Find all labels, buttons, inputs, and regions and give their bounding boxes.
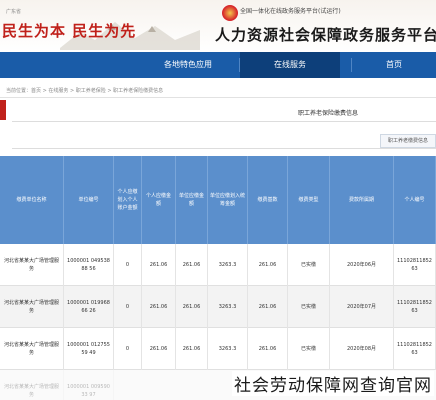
nav-divider (239, 58, 240, 72)
tab-contribution-info[interactable]: 职工养老缴费信息 (380, 134, 436, 148)
cell-base: 261.06 (248, 244, 288, 286)
nav-divider (351, 58, 352, 72)
section-title: 职工养老保险缴费信息 (297, 110, 358, 117)
national-emblem-icon (222, 5, 238, 21)
cell-unit-no: 1000001 04953888 56 (64, 244, 114, 286)
column-header: 单位编号 (64, 156, 114, 244)
column-header: 缴费基数 (248, 156, 288, 244)
cell-personal-account: 0 (114, 244, 142, 286)
table-header: 个人编号 费款所属期 缴费类型 缴费基数 单位应缴划入统筹金额 单位应缴金额 个… (0, 156, 436, 244)
cell-type: 已实缴 (288, 244, 330, 286)
column-header: 缴费单位名称 (0, 156, 64, 244)
cell-personal-no: 11102811852 63 (394, 328, 436, 370)
cell-type: 已实缴 (288, 286, 330, 328)
cell-unit-name: 河北省某某大广场管理服务 (0, 370, 64, 400)
cell-personal-pay: 261.06 (142, 286, 176, 328)
cell-unit-no: 1000001 01996866 26 (64, 286, 114, 328)
cell-period: 2020年07月 (330, 286, 394, 328)
contribution-table: 个人编号 费款所属期 缴费类型 缴费基数 单位应缴划入统筹金额 单位应缴金额 个… (0, 156, 436, 400)
cell-base: 261.06 (248, 328, 288, 370)
cell-personal-pay: 261.06 (142, 244, 176, 286)
cell-period: 2020年08月 (330, 328, 394, 370)
column-header: 单位应缴划入统筹金额 (208, 156, 248, 244)
slogan-logo: 民生为本 民生为先 (2, 22, 137, 40)
cell-unit-name: 河北省某某大广场管理服务 (0, 286, 64, 328)
cell-unit-no: 1000001 00959033 97 (64, 370, 114, 400)
site-title: 人力资源社会保障政务服务平台 (215, 26, 436, 44)
cell-unit-name: 河北省某某大广场管理服务 (0, 244, 64, 286)
cell-unit-pay: 261.06 (176, 244, 208, 286)
cell-unit-pay: 261.06 (176, 328, 208, 370)
cell-unit-pay: 261.06 (176, 286, 208, 328)
main-nav: 首页 在线服务 各地特色应用 (0, 52, 436, 78)
section-marker (0, 100, 6, 120)
column-header: 个人应缴金额 (142, 156, 176, 244)
cell-personal-no: 11102811852 63 (394, 244, 436, 286)
cell-unit-pool: 3263.3 (208, 328, 248, 370)
column-header: 费款所属期 (330, 156, 394, 244)
breadcrumb: 当前位置：首页 > 在线服务 > 职工养老保险 > 职工养老保险缴费信息 (0, 84, 436, 98)
site-header: 广东省 民生为本 民生为先 全国一体化在线政务服务平台(试运行) 人力资源社会保… (0, 0, 436, 52)
table-row[interactable]: 11102811852 63 2020年07月 已实缴 261.06 3263.… (0, 286, 436, 328)
table-row[interactable]: 11102811852 63 2020年06月 已实缴 261.06 3263.… (0, 244, 436, 286)
cell-type: 已实缴 (288, 328, 330, 370)
column-header: 单位应缴金额 (176, 156, 208, 244)
nav-item-home[interactable]: 首页 (352, 52, 436, 78)
cell-unit-pool: 3263.3 (208, 286, 248, 328)
cell-unit-pool: 3263.3 (208, 244, 248, 286)
cell-period: 2020年06月 (330, 244, 394, 286)
column-header: 缴费类型 (288, 156, 330, 244)
nav-item-online-service[interactable]: 在线服务 (240, 52, 340, 78)
divider (12, 148, 436, 149)
platform-subtitle: 全国一体化在线政务服务平台(试运行) (240, 8, 341, 15)
cell-personal-no: 11102811852 63 (394, 286, 436, 328)
nav-item-local-apps[interactable]: 各地特色应用 (140, 52, 236, 78)
column-header: 个人编号 (394, 156, 436, 244)
cell-personal-account: 0 (114, 328, 142, 370)
section-header: 职工养老保险缴费信息 (12, 104, 436, 122)
cell-base: 261.06 (248, 286, 288, 328)
cell-personal-pay: 261.06 (142, 328, 176, 370)
column-header: 个人应缴划入个人账户金额 (114, 156, 142, 244)
watermark-caption: 社会劳动保障网查询官网 (232, 371, 434, 396)
table-row[interactable]: 11102811852 63 2020年08月 已实缴 261.06 3263.… (0, 328, 436, 370)
cell-unit-no: 1000001 01275559 49 (64, 328, 114, 370)
cell-unit-name: 河北省某某大广场管理服务 (0, 328, 64, 370)
cell-personal-account: 0 (114, 286, 142, 328)
region-label: 广东省 (6, 9, 22, 15)
